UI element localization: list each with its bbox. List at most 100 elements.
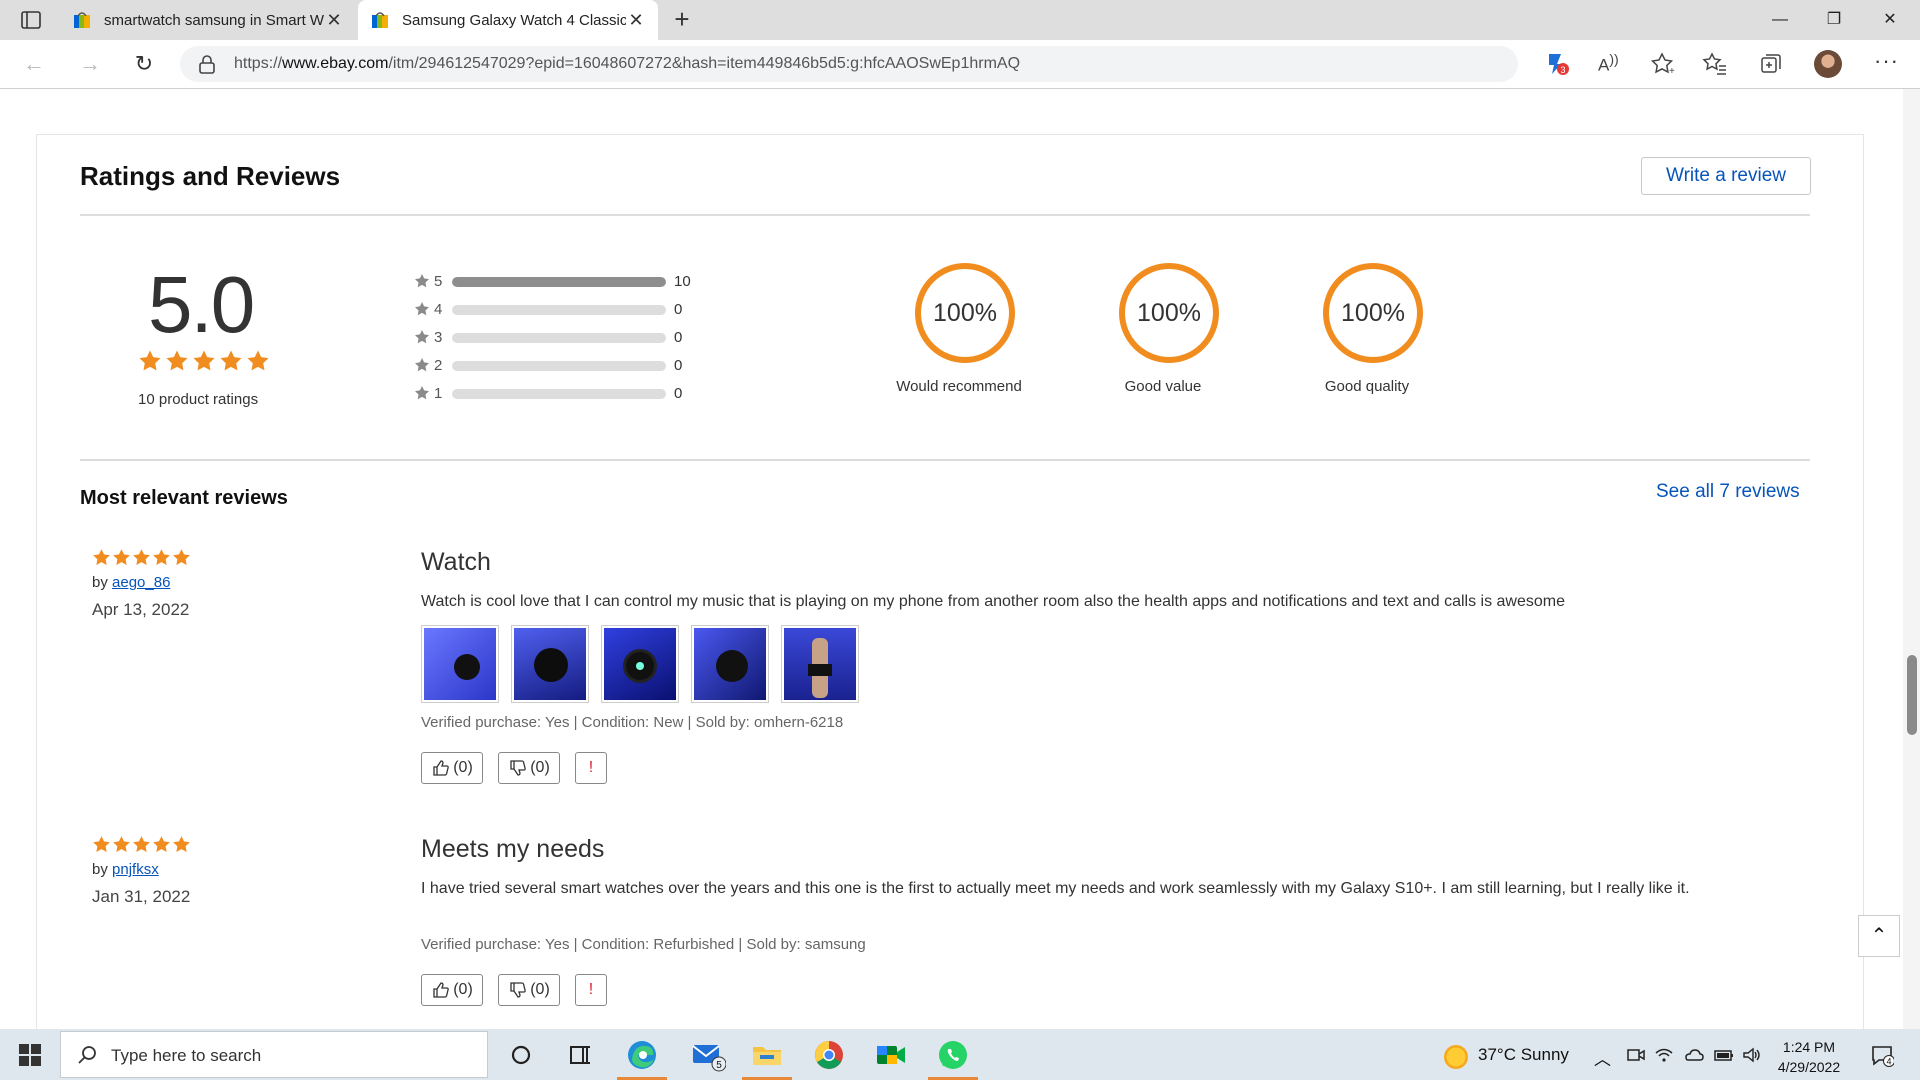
see-all-reviews-link[interactable]: See all 7 reviews [1656, 481, 1800, 503]
battery-icon[interactable] [1714, 1045, 1734, 1065]
review-photo[interactable] [781, 625, 859, 703]
svg-text:5: 5 [716, 1060, 722, 1071]
wifi-icon[interactable] [1654, 1045, 1674, 1065]
histogram-count: 10 [674, 273, 691, 290]
histogram-bar [452, 333, 666, 343]
chrome-icon[interactable] [811, 1037, 847, 1073]
review-photo[interactable] [691, 625, 769, 703]
report-button[interactable]: ! [575, 974, 607, 1006]
star-icon [173, 836, 190, 852]
read-aloud-icon[interactable]: A)) [1598, 52, 1624, 78]
review-date: Jan 31, 2022 [92, 887, 191, 906]
histogram-fill [452, 277, 666, 287]
star-level: 5 [434, 273, 443, 290]
average-stars [138, 349, 273, 378]
helpful-count: (0) [453, 759, 473, 776]
weather-sun-icon[interactable] [1444, 1045, 1468, 1069]
review-date: Apr 13, 2022 [92, 600, 190, 619]
thumbs-up-icon [433, 760, 449, 776]
lock-icon[interactable] [198, 54, 216, 74]
average-rating: 5.0 [148, 260, 255, 349]
helpful-button[interactable]: (0) [421, 974, 483, 1006]
close-window-button[interactable]: ✕ [1862, 0, 1918, 40]
star-level: 2 [434, 357, 443, 374]
back-button[interactable]: ← [20, 50, 48, 78]
histogram-row: 4 0 [414, 299, 714, 321]
mail-icon[interactable]: 5 [690, 1037, 726, 1073]
favorites-icon[interactable] [1702, 51, 1728, 77]
weather-text[interactable]: 37°C Sunny [1478, 1045, 1569, 1065]
new-tab-button[interactable]: + [666, 4, 698, 35]
star-icon [93, 549, 110, 565]
star-icon [166, 350, 188, 371]
whatsapp-icon[interactable] [935, 1037, 971, 1073]
show-hidden-icons-icon[interactable]: ︿ [1594, 1045, 1611, 1070]
star-icon [133, 549, 150, 565]
minimize-button[interactable]: — [1752, 0, 1808, 40]
star-icon [415, 274, 429, 288]
windows-start-icon[interactable] [18, 1043, 42, 1067]
close-tab-icon[interactable]: ✕ [626, 10, 646, 31]
edge-icon[interactable] [624, 1037, 660, 1073]
windows-taskbar: Type here to search 5 37°C Sunny ︿ 1:24 … [0, 1029, 1920, 1080]
tab-product[interactable]: Samsung Galaxy Watch 4 Classic 46mm ✕ [358, 0, 658, 40]
write-review-button[interactable]: Write a review [1641, 157, 1811, 195]
url-text[interactable]: https://www.ebay.com/itm/294612547029?ep… [234, 55, 1020, 73]
review-stars [92, 835, 192, 859]
file-explorer-icon[interactable] [749, 1037, 785, 1073]
volume-icon[interactable] [1742, 1045, 1762, 1065]
review-text: Watch is cool love that I can control my… [421, 593, 1565, 610]
more-menu-icon[interactable]: ··· [1874, 48, 1900, 74]
tab-actions-icon[interactable] [20, 9, 42, 31]
taskbar-search-input[interactable]: Type here to search [60, 1031, 488, 1078]
cortana-icon[interactable] [503, 1037, 539, 1073]
star-icon [153, 549, 170, 565]
unhelpful-count: (0) [530, 981, 550, 998]
restore-button[interactable]: ❐ [1806, 0, 1862, 40]
forward-button[interactable]: → [76, 50, 104, 78]
review-photo[interactable] [511, 625, 589, 703]
profile-avatar[interactable] [1814, 50, 1842, 78]
divider [80, 214, 1810, 216]
scrollbar-thumb[interactable] [1907, 655, 1917, 735]
tab-search-results[interactable]: smartwatch samsung in Smart Watches | eB… [60, 0, 356, 40]
google-meet-icon[interactable] [873, 1037, 909, 1073]
review-photo[interactable] [421, 625, 499, 703]
extension-icon[interactable]: 3 [1544, 50, 1570, 76]
star-icon [173, 549, 190, 565]
refresh-button[interactable]: ↻ [130, 50, 158, 78]
unhelpful-button[interactable]: (0) [498, 752, 560, 784]
star-icon [415, 358, 429, 372]
report-button[interactable]: ! [575, 752, 607, 784]
add-favorite-icon[interactable]: + [1650, 51, 1676, 77]
unhelpful-button[interactable]: (0) [498, 974, 560, 1006]
clock-date: 4/29/2022 [1777, 1059, 1841, 1075]
histogram-count: 0 [674, 301, 683, 318]
review-photo[interactable] [601, 625, 679, 703]
notification-center-icon[interactable]: 4 [1870, 1043, 1894, 1067]
review-author: by pnjfksx [92, 861, 159, 878]
taskbar-clock[interactable]: 1:24 PM 4/29/2022 [1772, 1037, 1846, 1077]
address-bar[interactable]: https://www.ebay.com/itm/294612547029?ep… [180, 46, 1675, 82]
histogram-row: 1 0 [414, 383, 714, 405]
helpful-button[interactable]: (0) [421, 752, 483, 784]
collections-icon[interactable] [1758, 51, 1784, 77]
star-level: 4 [434, 301, 443, 318]
ebay-favicon-icon [74, 12, 90, 28]
would-recommend-ring: 100% [915, 263, 1015, 363]
back-to-top-button[interactable]: ⌃ [1858, 915, 1900, 957]
task-view-icon[interactable] [562, 1037, 598, 1073]
histogram-bar [452, 277, 666, 287]
histogram-bar [452, 389, 666, 399]
page-scrollbar[interactable] [1903, 89, 1920, 1029]
thumbs-down-icon [510, 982, 526, 998]
meet-now-icon[interactable] [1626, 1045, 1646, 1065]
author-link[interactable]: aego_86 [112, 574, 170, 591]
close-tab-icon[interactable]: ✕ [324, 10, 344, 31]
helpful-count: (0) [453, 981, 473, 998]
most-relevant-heading: Most relevant reviews [80, 487, 288, 509]
good-value-label: Good value [1124, 378, 1202, 395]
onedrive-icon[interactable] [1684, 1045, 1704, 1065]
author-link[interactable]: pnjfksx [112, 861, 159, 878]
histogram-count: 0 [674, 357, 683, 374]
